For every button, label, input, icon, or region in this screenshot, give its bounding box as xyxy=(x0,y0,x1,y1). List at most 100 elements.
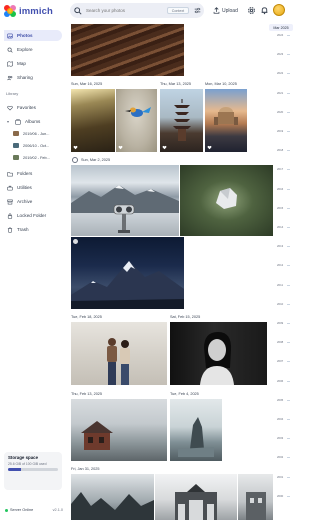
bell-icon[interactable] xyxy=(260,6,269,15)
sidebar-item-locked-folder[interactable]: Locked Folder xyxy=(4,210,62,221)
trash-icon xyxy=(7,227,13,233)
scrubber-year-label[interactable]: 2010 xyxy=(277,302,283,306)
context-search-chip[interactable]: Context xyxy=(167,7,189,14)
sidebar-item-folders[interactable]: Folders xyxy=(4,168,62,179)
search-bar[interactable]: Context xyxy=(70,3,204,18)
scrubber-year-label[interactable]: 2000 xyxy=(277,494,283,498)
photo-thumbnail[interactable] xyxy=(71,474,154,520)
select-checkbox[interactable] xyxy=(73,239,78,244)
sidebar-album-item[interactable]: 2019/02 - Feb... xyxy=(10,152,62,163)
photo-thumbnail[interactable] xyxy=(170,322,267,385)
scrubber-tick xyxy=(287,284,290,286)
scrubber-year-label[interactable]: 2005 xyxy=(277,398,283,402)
photo-thumbnail[interactable] xyxy=(155,474,237,520)
search-options-icon[interactable] xyxy=(194,7,201,14)
toolbox-icon xyxy=(7,185,13,190)
sidebar-item-utilities[interactable]: Utilities xyxy=(4,182,62,193)
photo-thumbnail[interactable] xyxy=(160,89,203,152)
sidebar-item-map[interactable]: Map xyxy=(4,58,62,69)
scrubber-year-label[interactable]: 2023 xyxy=(277,52,283,56)
scrubber-year-label[interactable]: 2012 xyxy=(277,263,283,267)
timeline-scrubber[interactable]: Mar 2025 2024 2023 2022 2021 2020 2019 2018 201… xyxy=(269,24,293,520)
upload-button[interactable]: Upload xyxy=(213,5,238,16)
lock-icon xyxy=(7,213,13,219)
sidebar-item-trash[interactable]: Trash xyxy=(4,224,62,235)
scrubber-year-label[interactable]: 2011 xyxy=(277,283,283,287)
immich-logo[interactable]: immich xyxy=(4,4,53,18)
album-thumbnail xyxy=(13,143,19,148)
date-group-header: Thu, Feb 13, 2025 xyxy=(71,392,103,396)
scrubber-tick xyxy=(287,323,290,324)
sidebar-item-label: Locked Folder xyxy=(17,213,47,218)
scrubber-year-label[interactable]: 2008 xyxy=(277,340,283,344)
scrubber-year-label[interactable]: 2006 xyxy=(277,379,283,383)
photo-thumbnail[interactable] xyxy=(71,165,179,236)
scrubber-year-label[interactable]: 2013 xyxy=(277,244,283,248)
photo-thumbnail[interactable] xyxy=(116,89,157,152)
scrubber-year-label[interactable]: 2002 xyxy=(277,455,283,459)
scrubber-tick xyxy=(287,92,290,94)
scrubber-year-label[interactable]: 2015 xyxy=(277,206,283,210)
bird-illustration xyxy=(125,107,151,117)
scrubber-year-label[interactable]: 2014 xyxy=(277,225,283,229)
scrubber-tick xyxy=(287,169,290,170)
scrubber-tick xyxy=(287,131,290,132)
scrubber-year-label[interactable]: 2017 xyxy=(277,167,283,171)
sidebar-item-albums[interactable]: ▾ Albums xyxy=(4,116,62,127)
photo-thumbnail[interactable] xyxy=(71,322,167,385)
search-input[interactable] xyxy=(86,8,156,13)
pagoda-illustration xyxy=(173,99,191,141)
sidebar-album-item[interactable]: 2006/10 - Oct... xyxy=(10,140,62,151)
scrubber-year-label[interactable]: 2004 xyxy=(277,417,283,421)
scrubber-year-label[interactable]: 2009 xyxy=(277,321,283,325)
sidebar-item-favorites[interactable]: Favorites xyxy=(4,102,62,113)
folder-icon xyxy=(7,171,13,176)
scrubber-year-label[interactable]: 2022 xyxy=(277,71,283,75)
scrubber-year-label[interactable]: 2001 xyxy=(277,475,283,479)
sidebar-item-explore[interactable]: Explore xyxy=(4,44,62,55)
chevron-down-icon[interactable]: ▾ xyxy=(7,119,11,124)
scrubber-tick xyxy=(287,419,290,420)
scrubber-year-label[interactable]: 2016 xyxy=(277,187,283,191)
scrubber-year-label[interactable]: 2018 xyxy=(277,148,283,152)
image-icon xyxy=(7,33,13,38)
scrubber-year-label[interactable]: 2003 xyxy=(277,436,283,440)
user-avatar[interactable] xyxy=(273,4,285,16)
scrubber-tick xyxy=(287,342,290,343)
photo-thumbnail[interactable] xyxy=(71,237,184,309)
photo-thumbnail[interactable] xyxy=(238,474,273,520)
scrubber-tick xyxy=(287,495,290,497)
scrubber-year-label[interactable]: 2019 xyxy=(277,129,283,133)
sidebar-item-label: Utilities xyxy=(17,185,32,190)
scrubber-tick xyxy=(287,227,290,228)
gear-icon[interactable] xyxy=(247,6,256,15)
sidebar-item-sharing[interactable]: Sharing xyxy=(4,72,62,83)
album-thumbnail xyxy=(13,155,19,160)
select-group-checkbox[interactable] xyxy=(72,157,78,163)
sidebar-item-label: Photos xyxy=(17,33,33,38)
scrubber-tick xyxy=(287,457,290,458)
photo-thumbnail[interactable] xyxy=(205,89,247,152)
album-icon xyxy=(15,118,21,125)
scrubber-tick xyxy=(287,361,290,362)
scrubber-year-label[interactable]: 2020 xyxy=(277,110,283,114)
sidebar-album-item[interactable]: 2019/06 - Jun... xyxy=(10,128,62,139)
scrubber-year-label[interactable]: 2024 xyxy=(277,33,283,37)
sidebar-item-archive[interactable]: Archive xyxy=(4,196,62,207)
storage-panel: Storage space 25.6 GiB of 100 GiB used xyxy=(4,452,62,490)
search-icon xyxy=(74,6,82,15)
photo-thumbnail[interactable] xyxy=(180,165,273,236)
photo-thumbnail[interactable] xyxy=(170,399,222,461)
portrait-illustration xyxy=(200,332,234,385)
scrubber-year-label[interactable]: 2021 xyxy=(277,91,283,95)
scrubber-tick xyxy=(287,35,290,36)
photo-thumbnail[interactable] xyxy=(71,24,184,76)
date-group-header: Sun, Mar 16, 2025 xyxy=(71,82,103,86)
scrubber-year-label[interactable]: 2007 xyxy=(277,359,283,363)
scrubber-tick xyxy=(287,188,290,190)
photo-thumbnail[interactable] xyxy=(71,89,115,152)
photo-thumbnail[interactable] xyxy=(71,399,167,461)
storage-progress-bar xyxy=(8,468,58,471)
sidebar-item-photos[interactable]: Photos xyxy=(4,30,62,41)
server-version: v2.1.0 xyxy=(52,508,63,512)
